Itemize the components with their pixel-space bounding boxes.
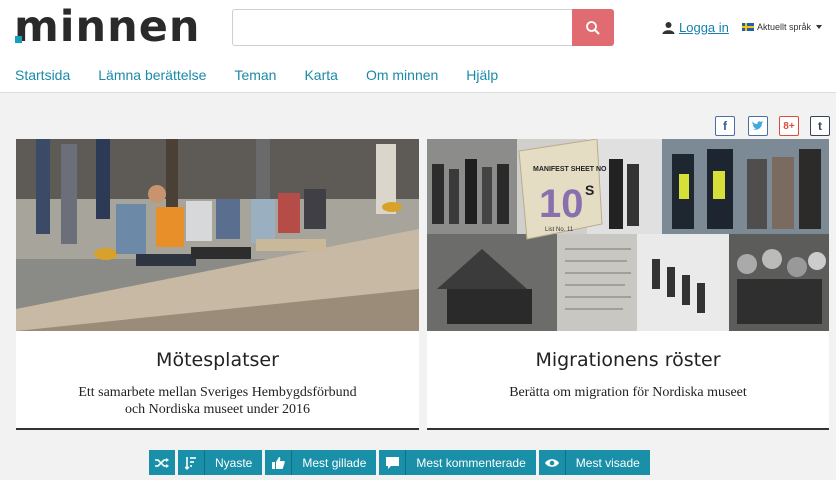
comment-icon-wrap <box>379 450 407 475</box>
card-image-motesplatser[interactable] <box>16 139 419 331</box>
manifest-small-text: List No. 11 <box>545 227 574 233</box>
sort-most-liked-button[interactable]: Mest gillade <box>265 450 377 475</box>
shuffle-button[interactable] <box>149 450 175 475</box>
language-label: Aktuellt språk <box>757 22 812 32</box>
migration-collage-image: MANIFEST SHEET NO 10 S List No. 11 <box>427 139 829 331</box>
card-description-line: Ett samarbete mellan Sveriges Hembygdsfö… <box>78 385 357 400</box>
googleplus-share-button[interactable]: 8+ <box>779 116 799 136</box>
card-description: Ett samarbete mellan Sveriges Hembygdsfö… <box>16 384 419 418</box>
shuffle-icon-wrap <box>149 450 175 475</box>
sort-most-liked-label: Mest gillade <box>302 455 367 470</box>
nav-item-karta[interactable]: Karta <box>304 67 337 83</box>
people-on-pier-image <box>16 139 419 331</box>
twitter-icon <box>752 121 764 130</box>
swedish-flag-icon <box>742 23 754 31</box>
sort-most-viewed-label: Mest visade <box>575 455 640 470</box>
sort-most-commented-label: Mest kommenterade <box>416 455 526 470</box>
nav-item-hjalp[interactable]: Hjälp <box>466 67 498 83</box>
nav-item-startsida[interactable]: Startsida <box>15 67 70 83</box>
search-input[interactable] <box>232 9 572 46</box>
logo-accent-dot <box>15 36 22 43</box>
nav-item-lamna-berattelse[interactable]: Lämna berättelse <box>98 67 206 83</box>
twitter-share-button[interactable] <box>748 116 768 136</box>
card-description: Berätta om migration för Nordiska museet <box>427 384 829 401</box>
tumblr-share-button[interactable]: t <box>810 116 830 136</box>
manifest-header-text: MANIFEST SHEET NO <box>533 166 607 173</box>
card-image-migration-collage[interactable]: MANIFEST SHEET NO 10 S List No. 11 <box>427 139 829 331</box>
search-icon <box>586 20 600 35</box>
sort-most-viewed-button[interactable]: Mest visade <box>538 450 650 475</box>
sort-filter-bar: Nyaste Mest gillade Mest kommenterade Me… <box>149 450 650 475</box>
facebook-share-button[interactable]: f <box>715 116 735 136</box>
card-description-line: och Nordiska museet under 2016 <box>124 402 311 417</box>
thumbs-up-icon-wrap <box>265 450 293 475</box>
card-title[interactable]: Migrationens röster <box>427 349 829 371</box>
card-description-line: Berätta om migration för Nordiska museet <box>509 385 747 400</box>
manifest-suffix: S <box>585 182 594 198</box>
site-header: minnen Logga in Aktuellt språk Startsida… <box>0 0 836 93</box>
manifest-number: 10 <box>539 182 584 226</box>
sort-newest-label: Nyaste <box>215 455 253 470</box>
shuffle-icon <box>155 457 169 468</box>
card-title[interactable]: Mötesplatser <box>16 349 419 371</box>
theme-card-migrationens-roster[interactable]: MANIFEST SHEET NO 10 S List No. 11 Migra… <box>427 139 829 430</box>
sort-newest-button[interactable]: Nyaste <box>178 450 263 475</box>
login-label[interactable]: Logga in <box>679 20 729 35</box>
sort-icon-wrap <box>178 450 205 475</box>
site-logo[interactable]: minnen <box>14 2 201 52</box>
eye-icon <box>544 458 559 467</box>
sort-most-commented-button[interactable]: Mest kommenterade <box>379 450 536 475</box>
comment-icon <box>385 456 399 469</box>
eye-icon-wrap <box>539 450 566 475</box>
tumblr-icon: t <box>818 119 822 133</box>
sort-icon <box>185 456 196 470</box>
chevron-down-icon <box>816 25 823 29</box>
nav-item-teman[interactable]: Teman <box>234 67 276 83</box>
language-selector[interactable]: Aktuellt språk <box>742 22 823 32</box>
login-link[interactable]: Logga in <box>662 20 729 35</box>
user-icon <box>662 22 675 34</box>
facebook-icon: f <box>723 119 727 133</box>
thumbs-up-icon <box>271 457 285 469</box>
nav-item-om-minnen[interactable]: Om minnen <box>366 67 438 83</box>
main-nav: Startsida Lämna berättelse Teman Karta O… <box>15 67 526 83</box>
googleplus-icon: 8+ <box>783 120 795 132</box>
theme-card-motesplatser[interactable]: Mötesplatser Ett samarbete mellan Sverig… <box>16 139 419 430</box>
search-button[interactable] <box>572 9 614 46</box>
